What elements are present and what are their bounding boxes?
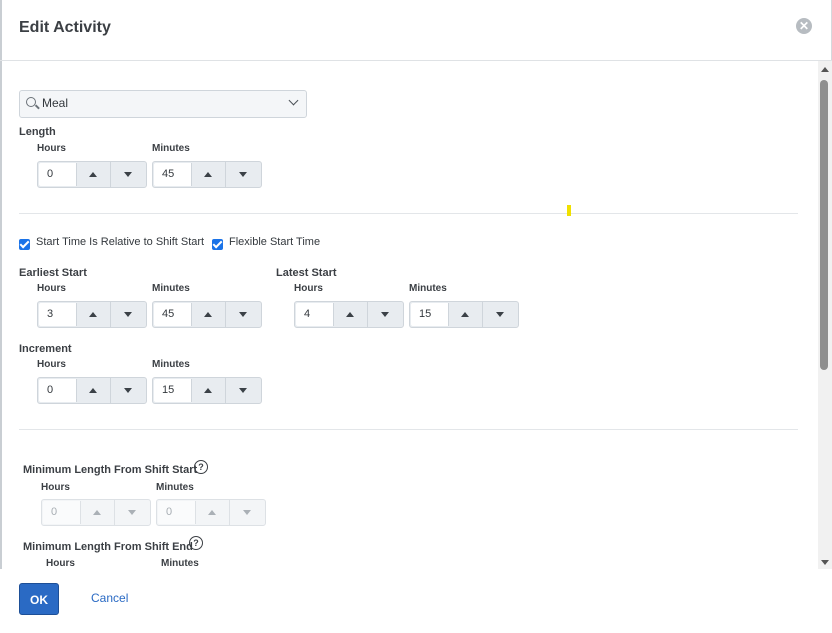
decrement-button[interactable] xyxy=(226,162,261,187)
min-start-hours-label: Hours xyxy=(41,482,70,493)
earliest-minutes-input[interactable]: 45 xyxy=(154,303,192,326)
increment-minutes-label: Minutes xyxy=(152,359,190,370)
decrement-button xyxy=(230,500,265,525)
increment-button xyxy=(80,500,115,525)
increment-button[interactable] xyxy=(448,302,483,327)
dialog-title: Edit Activity xyxy=(19,19,111,36)
scroll-down-icon[interactable] xyxy=(821,560,829,565)
decrement-button[interactable] xyxy=(111,162,146,187)
min-end-hours-label: Hours xyxy=(46,558,75,569)
decrement-button[interactable] xyxy=(226,378,261,403)
latest-hours-input[interactable]: 4 xyxy=(296,303,334,326)
increment-button[interactable] xyxy=(333,302,368,327)
increment-hours-input[interactable]: 0 xyxy=(39,379,77,402)
increment-hours-label: Hours xyxy=(37,359,66,370)
increment-button[interactable] xyxy=(191,378,226,403)
min-start-hours-input: 0 xyxy=(43,501,81,524)
relative-to-shift-start-label: Start Time Is Relative to Shift Start xyxy=(36,236,205,248)
decrement-button xyxy=(115,500,150,525)
min-start-minutes-input: 0 xyxy=(158,501,196,524)
vertical-scrollbar[interactable] xyxy=(818,61,832,569)
increment-button[interactable] xyxy=(76,162,111,187)
latest-minutes-label: Minutes xyxy=(409,283,447,294)
yellow-marker xyxy=(567,205,571,216)
section-divider xyxy=(19,429,798,430)
length-label: Length xyxy=(19,126,56,138)
increment-button[interactable] xyxy=(76,302,111,327)
earliest-minutes-label: Minutes xyxy=(152,283,190,294)
earliest-hours-input[interactable]: 3 xyxy=(39,303,77,326)
increment-hours-spinner: 0 xyxy=(37,377,147,404)
length-hours-label: Hours xyxy=(37,143,66,154)
help-icon[interactable]: ? xyxy=(189,536,203,550)
latest-hours-label: Hours xyxy=(294,283,323,294)
latest-minutes-spinner: 15 xyxy=(409,301,519,328)
flexible-start-time-checkbox[interactable] xyxy=(212,239,223,250)
min-length-start-label: Minimum Length From Shift Start xyxy=(23,464,198,476)
min-end-minutes-label: Minutes xyxy=(161,558,199,569)
increment-minutes-spinner: 15 xyxy=(152,377,262,404)
increment-minutes-input[interactable]: 15 xyxy=(154,379,192,402)
flexible-start-time-label: Flexible Start Time xyxy=(229,236,321,248)
increment-button[interactable] xyxy=(191,302,226,327)
relative-to-shift-start-checkbox[interactable] xyxy=(19,239,30,250)
length-hours-spinner: 0 xyxy=(37,161,147,188)
length-hours-input[interactable]: 0 xyxy=(39,163,77,186)
earliest-hours-spinner: 3 xyxy=(37,301,147,328)
decrement-button[interactable] xyxy=(111,302,146,327)
decrement-button[interactable] xyxy=(483,302,518,327)
decrement-button[interactable] xyxy=(111,378,146,403)
chevron-down-icon xyxy=(288,95,299,106)
increment-button[interactable] xyxy=(76,378,111,403)
latest-minutes-input[interactable]: 15 xyxy=(411,303,449,326)
help-icon[interactable]: ? xyxy=(194,460,208,474)
min-length-end-label: Minimum Length From Shift End xyxy=(23,541,193,553)
min-start-minutes-spinner: 0 xyxy=(156,499,266,526)
increment-button[interactable] xyxy=(191,162,226,187)
length-minutes-label: Minutes xyxy=(152,143,190,154)
latest-hours-spinner: 4 xyxy=(294,301,404,328)
earliest-minutes-spinner: 45 xyxy=(152,301,262,328)
earliest-start-label: Earliest Start xyxy=(19,267,87,279)
min-start-hours-spinner: 0 xyxy=(41,499,151,526)
latest-start-label: Latest Start xyxy=(276,267,337,279)
increment-button xyxy=(195,500,230,525)
decrement-button[interactable] xyxy=(226,302,261,327)
ok-button[interactable]: OK xyxy=(19,583,59,615)
decrement-button[interactable] xyxy=(368,302,403,327)
length-minutes-spinner: 45 xyxy=(152,161,262,188)
activity-select-value: Meal xyxy=(42,96,69,110)
search-icon xyxy=(26,97,36,107)
dialog-body: Meal Length Hours Minutes 0 45 Start Tim… xyxy=(0,61,818,569)
cancel-button[interactable]: Cancel xyxy=(91,591,128,605)
close-icon[interactable]: ✕ xyxy=(796,18,812,34)
activity-select[interactable]: Meal xyxy=(19,90,307,118)
increment-label: Increment xyxy=(19,343,72,355)
scroll-up-icon[interactable] xyxy=(821,67,829,72)
min-start-minutes-label: Minutes xyxy=(156,482,194,493)
length-minutes-input[interactable]: 45 xyxy=(154,163,192,186)
earliest-hours-label: Hours xyxy=(37,283,66,294)
section-divider xyxy=(19,213,798,214)
scrollbar-thumb[interactable] xyxy=(820,80,828,370)
dialog-header: Edit Activity ✕ xyxy=(0,0,832,61)
dialog-footer: OK Cancel xyxy=(0,569,832,633)
